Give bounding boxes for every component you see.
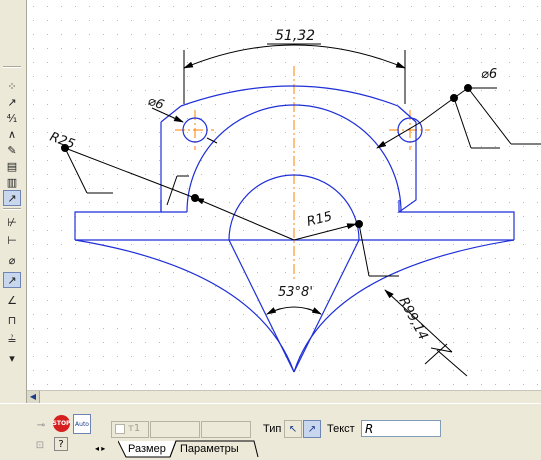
document-icon[interactable]: ▥ <box>3 174 21 190</box>
toolbar-separator <box>3 208 21 210</box>
grid-icon[interactable]: ▤ <box>3 158 21 174</box>
tab-nav-arrows-icon[interactable]: ◂ ▸ <box>95 441 119 457</box>
diameter-dim-icon[interactable]: ⌀ <box>3 252 21 268</box>
scroll-left-arrow-icon[interactable]: ◀ <box>27 391 40 403</box>
auto-create-icon[interactable]: Auto <box>73 414 91 434</box>
text-label: Текст <box>327 423 355 435</box>
dim-angle-text[interactable]: 53°8' <box>278 285 313 300</box>
horizontal-dim-icon[interactable]: ⊢ <box>3 232 21 248</box>
radius-dim-icon[interactable]: ↗ <box>3 272 21 288</box>
properties-icon[interactable]: ⊡ <box>34 439 46 451</box>
dimension-text-field[interactable]: R <box>361 420 441 437</box>
horizontal-scrollbar[interactable]: ◀ <box>27 390 541 403</box>
help-icon[interactable]: ? <box>54 437 68 451</box>
type-label: Тип <box>263 423 281 435</box>
dimension-text-value: R <box>365 422 373 436</box>
dim-diameter-right-text[interactable]: ⌀6 <box>481 67 497 82</box>
arc-dim-icon[interactable]: ⊓ <box>3 312 21 328</box>
tolerance-checkbox <box>115 424 125 434</box>
toolbar-separator <box>3 66 21 68</box>
more-tools-icon[interactable]: ▾ <box>3 350 21 366</box>
dot-grid <box>27 0 541 390</box>
linear-dim-icon[interactable]: ⊬ <box>3 214 21 230</box>
tolerance-lower-field <box>201 421 251 438</box>
height-dim-icon[interactable]: ≟ <box>3 332 21 348</box>
line-tool-icon[interactable]: ↗ <box>3 94 21 110</box>
angle-icon[interactable]: ∧ <box>3 126 21 142</box>
drawing-svg: 51,32 ⌀6 ⌀6 R25 R15 53°8' R99,14 <box>27 0 541 390</box>
dim-chord-text[interactable]: 51,32 <box>275 28 315 44</box>
angle-dim-icon[interactable]: ∠ <box>3 292 21 308</box>
stop-icon[interactable]: STOP <box>53 415 70 432</box>
edit-icon[interactable]: ✎ <box>3 142 21 158</box>
dimensions-panel-icon[interactable]: ↗ <box>3 190 21 206</box>
tab-parameters[interactable]: Параметры <box>180 441 239 457</box>
auto-create-label: Auto <box>75 421 89 428</box>
radius-type-icon[interactable]: ↗ <box>303 420 321 438</box>
tolerance-upper-field <box>150 421 200 438</box>
left-toolbar: ⁘ ↗ ⁴⁄₁ ∧ ✎ ▤ ▥ ↗ ⊬ ⊢ ⌀ ↗ ∠ ⊓ ≟ ▾ <box>0 0 27 459</box>
leader-type-icon[interactable]: ↖ <box>284 420 302 438</box>
fraction-icon[interactable]: ⁴⁄₁ <box>3 110 21 126</box>
tolerance-field: т1 <box>111 421 149 438</box>
drawing-canvas[interactable]: 51,32 ⌀6 ⌀6 R25 R15 53°8' R99,14 <box>27 0 541 390</box>
pin-icon[interactable]: ⊸ <box>33 418 49 432</box>
property-panel: ⊸ STOP Auto ⊡ ? т1 Тип ↖ ↗ Текст R <box>0 403 541 460</box>
tolerance-label: т1 <box>128 423 140 434</box>
tab-size[interactable]: Размер <box>128 441 166 457</box>
point-icon[interactable]: ⁘ <box>3 78 21 94</box>
